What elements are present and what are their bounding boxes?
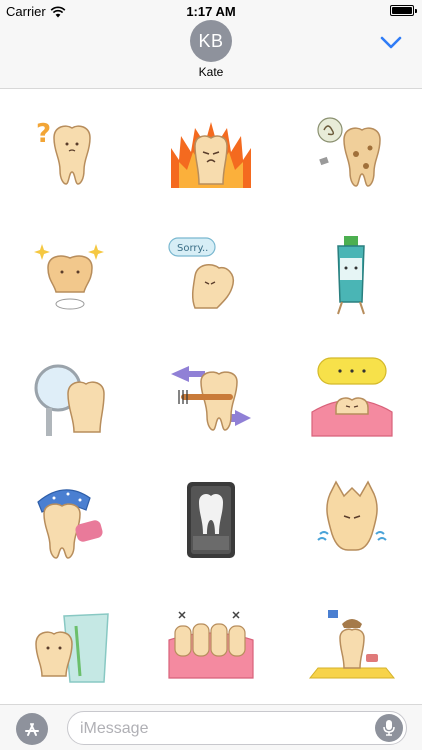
sticker-tooth-question[interactable]: ? xyxy=(0,92,140,216)
sticker-tooth-on-fire[interactable] xyxy=(141,92,281,216)
sticker-tooth-sparkle[interactable] xyxy=(0,214,140,338)
message-input[interactable] xyxy=(80,718,360,740)
status-time: 1:17 AM xyxy=(186,4,236,19)
xray-icon xyxy=(187,482,235,558)
beach-tooth-icon xyxy=(308,610,396,679)
sticker-tooth-crying[interactable] xyxy=(282,458,422,582)
sticker-tooth-gum-speech[interactable] xyxy=(282,336,422,460)
sticker-teeth-row[interactable] xyxy=(141,580,281,702)
app-store-icon xyxy=(25,723,39,736)
sticker-tooth-sorry[interactable]: Sorry.. xyxy=(141,214,281,338)
tooth-question-icon: ? xyxy=(36,119,91,185)
dental-mirror-icon xyxy=(34,364,105,436)
sorry-text: Sorry.. xyxy=(177,243,208,254)
sparkle-tooth-icon xyxy=(34,244,104,310)
teeth-row-icon xyxy=(168,611,254,679)
microphone-icon xyxy=(383,720,395,736)
contact-avatar[interactable]: KB xyxy=(190,20,232,62)
sticker-tooth-dental-mirror[interactable] xyxy=(0,336,140,460)
chevron-down-icon[interactable] xyxy=(380,36,402,50)
contact-name[interactable]: Kate xyxy=(0,65,422,79)
glass-tooth-icon xyxy=(35,613,109,683)
fire-tooth-icon xyxy=(171,122,251,188)
svg-text:?: ? xyxy=(36,119,51,149)
sticker-grid: ? Sorry.. xyxy=(0,92,422,702)
message-input-container[interactable] xyxy=(67,711,407,745)
microphone-button[interactable] xyxy=(375,714,403,742)
sticker-tooth-beach[interactable] xyxy=(282,580,422,702)
conversation-header: Carrier 1:17 AM KB Kate xyxy=(0,0,422,89)
status-bar: Carrier 1:17 AM xyxy=(0,0,422,22)
sleepy-tooth-icon xyxy=(37,489,103,559)
sorry-tooth-icon: Sorry.. xyxy=(168,237,235,309)
compose-bar xyxy=(0,704,422,750)
toothpaste-icon xyxy=(337,236,365,315)
decayed-tooth-icon xyxy=(317,117,381,187)
sticker-tooth-glass[interactable] xyxy=(0,580,140,702)
sticker-tooth-xray[interactable] xyxy=(141,458,281,582)
gum-speech-icon xyxy=(311,357,393,437)
sticker-tooth-sleepy[interactable] xyxy=(0,458,140,582)
sticker-tooth-decayed[interactable] xyxy=(282,92,422,216)
crying-tooth-icon xyxy=(317,480,387,551)
battery-icon xyxy=(390,5,417,16)
sticker-tooth-flossing[interactable] xyxy=(141,336,281,460)
sticker-toothpaste[interactable] xyxy=(282,214,422,338)
app-store-button[interactable] xyxy=(16,713,48,745)
flossing-tooth-icon xyxy=(171,366,251,431)
